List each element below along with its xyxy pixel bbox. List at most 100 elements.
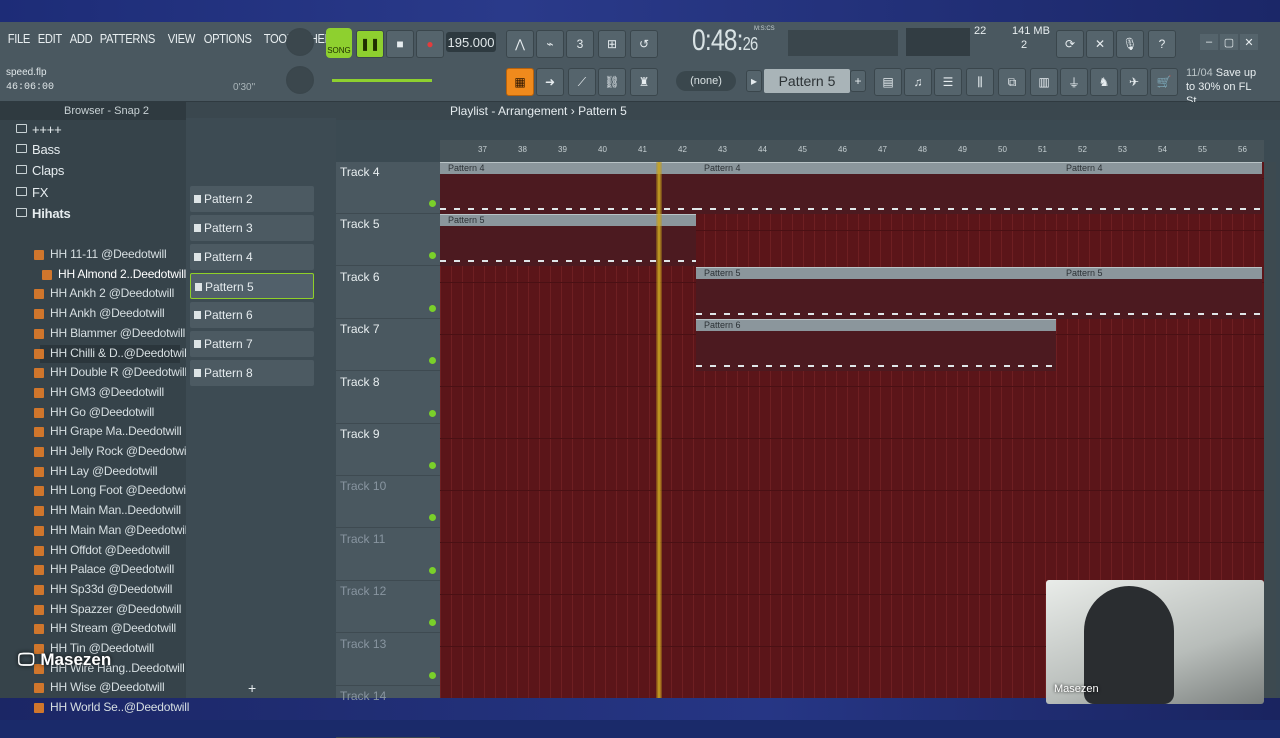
- news-hint[interactable]: 11/04 Save up to 30% on FL St...: [1186, 66, 1264, 107]
- sample-item[interactable]: HH Grape Ma..Deedotwill: [34, 424, 182, 438]
- folder-hihats[interactable]: Hihats: [16, 206, 71, 221]
- track-header[interactable]: Track 6: [336, 267, 440, 319]
- step-edit-icon[interactable]: ⊞: [598, 30, 626, 58]
- track-mute-toggle[interactable]: [429, 252, 436, 260]
- master-volume-knob[interactable]: [286, 28, 314, 56]
- menu-patterns[interactable]: PATTERNS: [98, 31, 157, 46]
- track-mute-toggle[interactable]: [429, 304, 436, 312]
- sample-item[interactable]: HH Go @Deedotwill: [34, 405, 154, 419]
- track-header[interactable]: Track 7: [336, 319, 440, 372]
- track-header[interactable]: Track 11: [336, 529, 440, 581]
- track-header[interactable]: Track 13: [336, 634, 440, 686]
- song-mode-button[interactable]: SONG: [326, 28, 352, 58]
- pattern-clip[interactable]: Pattern 6: [696, 319, 1056, 372]
- performance-icon[interactable]: ♞: [1090, 68, 1118, 96]
- snap-select[interactable]: (none): [676, 71, 736, 91]
- track-mute-toggle[interactable]: [429, 619, 436, 627]
- master-volume-slider[interactable]: [332, 79, 432, 82]
- track-header[interactable]: Track 10: [336, 476, 440, 529]
- track-header[interactable]: Track 5: [336, 214, 440, 267]
- menu-edit[interactable]: EDIT: [36, 31, 64, 46]
- link-icon[interactable]: ⛓: [598, 68, 626, 96]
- folder-plus[interactable]: ++++: [16, 122, 62, 137]
- track-header[interactable]: Track 14: [336, 686, 440, 738]
- loop-record-icon[interactable]: ↺: [630, 30, 658, 58]
- track-header[interactable]: Track 4: [336, 162, 440, 214]
- pattern-item[interactable]: Pattern 6: [190, 302, 314, 328]
- sample-item[interactable]: HH GM3 @Deedotwill: [34, 385, 164, 399]
- pattern-item[interactable]: Pattern 4: [190, 244, 314, 270]
- sample-item[interactable]: HH Blammer @Deedotwill: [34, 326, 185, 340]
- sample-item[interactable]: HH Chilli & D..@Deedotwill: [34, 346, 189, 360]
- metronome-icon[interactable]: ⋀: [506, 30, 534, 58]
- sample-item[interactable]: HH Spazzer @Deedotwill: [34, 602, 181, 616]
- sample-item[interactable]: HH Lay @Deedotwill: [34, 464, 157, 478]
- sample-item[interactable]: HH Offdot @Deedotwill: [34, 543, 170, 557]
- track-mute-toggle[interactable]: [429, 357, 436, 365]
- pattern-item[interactable]: Pattern 8: [190, 360, 314, 386]
- sample-item[interactable]: HH Wise @Deedotwill: [34, 680, 165, 694]
- playlist-icon[interactable]: ▦: [506, 68, 534, 96]
- piano-roll-icon[interactable]: ♫: [904, 68, 932, 96]
- close-icon[interactable]: ✕: [1240, 34, 1258, 50]
- mixer-icon[interactable]: ⫼: [966, 68, 994, 96]
- pattern-clip[interactable]: Pattern 5: [696, 266, 1058, 319]
- pause-icon[interactable]: ❚❚: [356, 30, 384, 58]
- shop-icon[interactable]: 🛒: [1150, 68, 1178, 96]
- plugin-icon[interactable]: ♜: [630, 68, 658, 96]
- sample-item[interactable]: HH Main Man @Deedotwill: [34, 523, 190, 537]
- menu-options[interactable]: OPTIONS: [202, 31, 253, 46]
- sample-item[interactable]: HH Double R @Deedotwill: [34, 365, 187, 379]
- pattern-clip[interactable]: Pattern 4: [1058, 162, 1262, 214]
- track-mute-toggle[interactable]: [429, 409, 436, 417]
- playhead[interactable]: [656, 162, 662, 698]
- pattern-clip[interactable]: Pattern 5: [1058, 266, 1262, 319]
- record-icon[interactable]: ●: [416, 30, 444, 58]
- pattern-clip[interactable]: Pattern 4: [696, 162, 1058, 214]
- pattern-selector[interactable]: Pattern 5: [764, 69, 850, 93]
- tools-icon[interactable]: ✕: [1086, 30, 1114, 58]
- help-icon[interactable]: ?: [1148, 30, 1176, 58]
- browser-icon[interactable]: ⧉: [998, 68, 1026, 96]
- pattern-item[interactable]: Pattern 3: [190, 215, 314, 241]
- track-header[interactable]: Track 12: [336, 581, 440, 634]
- master-pitch-knob[interactable]: [286, 66, 314, 94]
- project-icon[interactable]: ▥: [1030, 68, 1058, 96]
- folder-fx[interactable]: FX: [16, 185, 48, 200]
- time-display[interactable]: 0:48:26: [692, 24, 758, 58]
- sample-item[interactable]: HH Long Foot @Deedotwill: [34, 483, 191, 497]
- microphone-icon[interactable]: 🎙: [1116, 30, 1144, 58]
- arrow-tool-icon[interactable]: ➜: [536, 68, 564, 96]
- add-pattern-icon[interactable]: +: [850, 70, 866, 92]
- sample-item[interactable]: HH Jelly Rock @Deedotwill: [34, 444, 191, 458]
- playlist-window-icon[interactable]: ▤: [874, 68, 902, 96]
- track-header[interactable]: Track 8: [336, 372, 440, 424]
- pattern-item[interactable]: Pattern 5: [190, 273, 314, 299]
- sample-item[interactable]: HH Ankh 2 @Deedotwill: [34, 286, 174, 300]
- wait-input-icon[interactable]: ⌁: [536, 30, 564, 58]
- folder-claps[interactable]: Claps: [16, 163, 64, 178]
- sample-item[interactable]: HH 11-11 @Deedotwill: [34, 247, 167, 261]
- menu-file[interactable]: FILE: [6, 31, 32, 46]
- sample-item[interactable]: HH Ankh @Deedotwill: [34, 306, 165, 320]
- track-mute-toggle[interactable]: [429, 200, 436, 207]
- plug-icon[interactable]: ⏚: [1060, 68, 1088, 96]
- track-mute-toggle[interactable]: [429, 514, 436, 522]
- sample-item[interactable]: HH Stream @Deedotwill: [34, 621, 176, 635]
- playlist-scrollbar[interactable]: [1264, 162, 1276, 698]
- brush-icon[interactable]: ⟋: [568, 68, 596, 96]
- folder-bass[interactable]: Bass: [16, 142, 60, 157]
- track-header[interactable]: Track 9: [336, 424, 440, 476]
- refresh-icon[interactable]: ⟳: [1056, 30, 1084, 58]
- maximize-icon[interactable]: ▢: [1220, 34, 1238, 50]
- sample-item[interactable]: HH World Se..@Deedotwill: [34, 700, 189, 714]
- stop-icon[interactable]: ■: [386, 30, 414, 58]
- countdown-icon[interactable]: 3: [566, 30, 594, 58]
- track-mute-toggle[interactable]: [429, 566, 436, 574]
- add-pattern-button[interactable]: +: [248, 680, 256, 696]
- minimize-icon[interactable]: –: [1200, 34, 1218, 50]
- track-mute-toggle[interactable]: [429, 462, 436, 469]
- pattern-prev-icon[interactable]: ▸: [746, 70, 762, 92]
- timeline-ruler[interactable]: 37 38 39 40 41 42 43 44 45 46 47 48 49 50 51 52 53 54 55 56: [440, 140, 1264, 162]
- sample-item[interactable]: HH Main Man..Deedotwill: [34, 503, 181, 517]
